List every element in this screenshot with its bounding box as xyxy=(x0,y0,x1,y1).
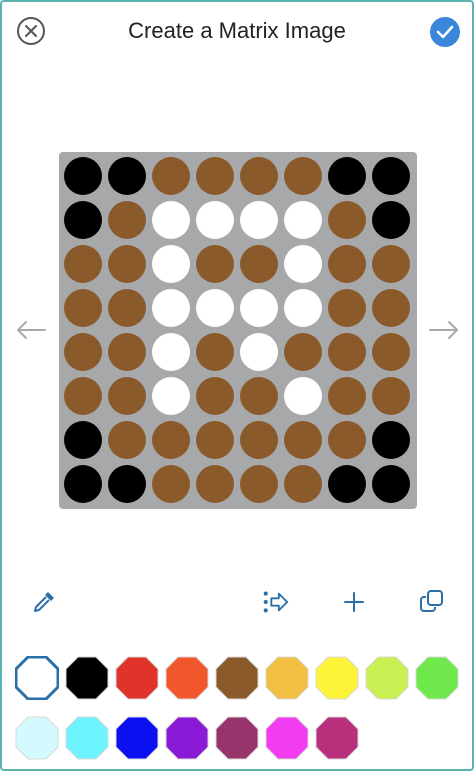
led-cell[interactable] xyxy=(152,157,190,195)
led-cell[interactable] xyxy=(328,289,366,327)
led-cell[interactable] xyxy=(328,201,366,239)
led-cell[interactable] xyxy=(284,201,322,239)
arrow-left-icon[interactable] xyxy=(15,318,47,342)
page-title: Create a Matrix Image xyxy=(128,18,346,43)
color-swatch[interactable] xyxy=(415,656,459,700)
led-cell[interactable] xyxy=(64,465,102,503)
led-cell[interactable] xyxy=(240,289,278,327)
led-cell[interactable] xyxy=(108,465,146,503)
led-cell[interactable] xyxy=(108,157,146,195)
led-cell[interactable] xyxy=(64,201,102,239)
led-cell[interactable] xyxy=(372,465,410,503)
led-cell[interactable] xyxy=(64,377,102,415)
led-cell[interactable] xyxy=(372,289,410,327)
led-cell[interactable] xyxy=(108,201,146,239)
led-cell[interactable] xyxy=(284,377,322,415)
led-cell[interactable] xyxy=(108,421,146,459)
led-cell[interactable] xyxy=(108,245,146,283)
led-cell[interactable] xyxy=(328,157,366,195)
led-cell[interactable] xyxy=(284,333,322,371)
color-swatch[interactable] xyxy=(165,716,209,760)
led-cell[interactable] xyxy=(152,465,190,503)
eyedropper-icon[interactable] xyxy=(30,588,58,616)
color-swatch[interactable] xyxy=(365,656,409,700)
led-cell[interactable] xyxy=(372,421,410,459)
shift-right-icon[interactable] xyxy=(262,588,290,616)
led-cell[interactable] xyxy=(152,245,190,283)
led-cell[interactable] xyxy=(108,377,146,415)
color-swatch[interactable] xyxy=(215,656,259,700)
led-matrix xyxy=(59,152,417,509)
checkmark-icon[interactable] xyxy=(430,17,460,47)
color-swatch[interactable] xyxy=(265,656,309,700)
led-cell[interactable] xyxy=(108,289,146,327)
led-cell[interactable] xyxy=(284,421,322,459)
led-cell[interactable] xyxy=(328,245,366,283)
led-cell[interactable] xyxy=(196,245,234,283)
led-cell[interactable] xyxy=(64,421,102,459)
led-cell[interactable] xyxy=(152,333,190,371)
led-cell[interactable] xyxy=(240,465,278,503)
led-cell[interactable] xyxy=(284,465,322,503)
color-swatch[interactable] xyxy=(265,716,309,760)
led-cell[interactable] xyxy=(240,421,278,459)
led-cell[interactable] xyxy=(240,333,278,371)
color-swatch[interactable] xyxy=(315,716,359,760)
led-cell[interactable] xyxy=(328,333,366,371)
color-swatch[interactable] xyxy=(65,656,109,700)
led-cell[interactable] xyxy=(240,157,278,195)
duplicate-icon[interactable] xyxy=(418,588,446,616)
led-cell[interactable] xyxy=(328,421,366,459)
led-cell[interactable] xyxy=(196,201,234,239)
led-cell[interactable] xyxy=(196,157,234,195)
led-cell[interactable] xyxy=(284,157,322,195)
led-cell[interactable] xyxy=(64,289,102,327)
led-cell[interactable] xyxy=(152,377,190,415)
led-cell[interactable] xyxy=(152,289,190,327)
color-swatch[interactable] xyxy=(115,656,159,700)
color-swatch-selected[interactable] xyxy=(14,655,60,701)
led-cell[interactable] xyxy=(108,333,146,371)
led-cell[interactable] xyxy=(196,377,234,415)
color-swatch[interactable] xyxy=(215,716,259,760)
led-cell[interactable] xyxy=(328,465,366,503)
arrow-right-icon[interactable] xyxy=(428,318,460,342)
header: Create a Matrix Image xyxy=(0,0,474,64)
led-cell[interactable] xyxy=(372,245,410,283)
led-cell[interactable] xyxy=(64,333,102,371)
color-swatch[interactable] xyxy=(165,656,209,700)
led-cell[interactable] xyxy=(240,377,278,415)
led-cell[interactable] xyxy=(328,377,366,415)
color-swatch[interactable] xyxy=(65,716,109,760)
color-swatch[interactable] xyxy=(315,656,359,700)
plus-icon[interactable] xyxy=(340,588,368,616)
led-cell[interactable] xyxy=(372,157,410,195)
color-swatch[interactable] xyxy=(15,716,59,760)
led-cell[interactable] xyxy=(196,421,234,459)
led-cell[interactable] xyxy=(372,201,410,239)
led-cell[interactable] xyxy=(372,377,410,415)
led-cell[interactable] xyxy=(64,157,102,195)
led-cell[interactable] xyxy=(152,421,190,459)
led-cell[interactable] xyxy=(196,333,234,371)
led-cell[interactable] xyxy=(284,289,322,327)
led-cell[interactable] xyxy=(152,201,190,239)
led-cell[interactable] xyxy=(284,245,322,283)
led-cell[interactable] xyxy=(372,333,410,371)
led-cell[interactable] xyxy=(196,465,234,503)
led-cell[interactable] xyxy=(240,201,278,239)
led-cell[interactable] xyxy=(64,245,102,283)
led-cell[interactable] xyxy=(240,245,278,283)
led-cell[interactable] xyxy=(196,289,234,327)
color-swatch[interactable] xyxy=(115,716,159,760)
